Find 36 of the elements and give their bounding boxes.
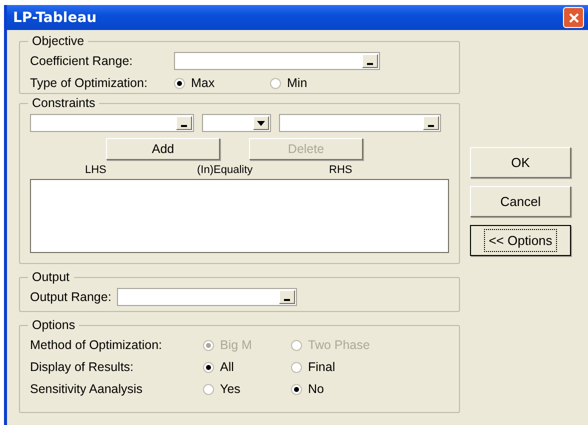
group-title: Constraints bbox=[31, 96, 96, 110]
field-label: Coefficient Range: bbox=[30, 54, 134, 68]
dialog-button[interactable]: Cancel bbox=[470, 186, 571, 217]
radio-button[interactable]: Max bbox=[174, 76, 270, 90]
option-label: Sensitivity Aanalysis bbox=[30, 382, 144, 396]
range-select-icon bbox=[279, 290, 296, 304]
range-field[interactable] bbox=[117, 288, 298, 306]
dialog-button[interactable]: << Options bbox=[470, 225, 571, 256]
column-header: (In)Equality bbox=[197, 164, 254, 178]
range-field[interactable] bbox=[174, 52, 380, 70]
group-title: Options bbox=[31, 318, 76, 332]
column-header: LHS bbox=[85, 164, 108, 178]
dropdown[interactable] bbox=[202, 114, 272, 132]
option-label: Method of Optimization: bbox=[30, 338, 164, 352]
radio-button[interactable]: No bbox=[291, 382, 401, 396]
add-button[interactable]: Add bbox=[106, 138, 220, 160]
close-button[interactable] bbox=[563, 7, 584, 28]
range-select-icon bbox=[176, 116, 192, 130]
radio-button[interactable]: Min bbox=[270, 76, 366, 90]
range-select-icon bbox=[362, 54, 378, 68]
range-field[interactable] bbox=[30, 114, 194, 132]
group-title: Output bbox=[31, 270, 71, 284]
radio-button[interactable]: Yes bbox=[203, 382, 291, 396]
group-title: Objective bbox=[31, 34, 86, 48]
radio-button[interactable]: Final bbox=[291, 360, 401, 374]
range-select-icon bbox=[423, 116, 439, 130]
close-icon bbox=[566, 10, 580, 24]
dialog-button[interactable]: OK bbox=[470, 147, 571, 178]
field-label: Output Range: bbox=[30, 290, 112, 304]
window-title: LP-Tableau bbox=[13, 10, 97, 26]
option-label: Display of Results: bbox=[30, 360, 135, 374]
radio-button[interactable]: All bbox=[203, 360, 291, 374]
range-field[interactable] bbox=[279, 114, 441, 132]
field-label: Type of Optimization: bbox=[30, 76, 148, 90]
constraints-list[interactable] bbox=[30, 179, 449, 253]
column-header: RHS bbox=[329, 164, 352, 178]
